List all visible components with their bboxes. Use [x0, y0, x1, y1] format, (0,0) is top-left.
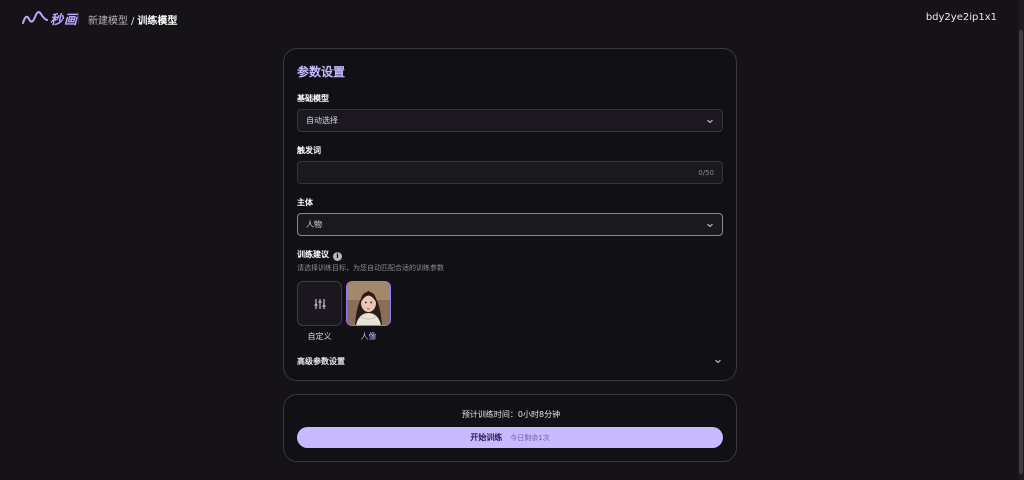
params-panel: 参数设置 基础模型 自动选择 触发词 0/50 主体 人物 训练建议 i 请选择训… [283, 48, 737, 381]
start-training-label: 开始训练 [470, 433, 503, 442]
portrait-thumbnail [347, 282, 390, 325]
start-training-button[interactable]: 开始训练 今日剩余1次 [297, 427, 723, 448]
wave-logo-icon [22, 11, 48, 24]
subject-label: 主体 [297, 198, 313, 207]
params-title: 参数设置 [297, 65, 346, 79]
username[interactable]: bdy2ye2ip1x1 [926, 12, 997, 23]
option-portrait[interactable] [346, 281, 391, 326]
option-custom[interactable] [297, 281, 342, 326]
app-logo[interactable]: 秒画 [22, 9, 79, 28]
scrollbar-thumb[interactable] [1019, 30, 1023, 474]
trigger-word-label: 触发词 [297, 146, 321, 155]
header-divider [78, 12, 79, 24]
breadcrumb-separator: / [131, 16, 135, 27]
breadcrumb: 新建模型 / 训练模型 [88, 12, 177, 27]
breadcrumb-train-model: 训练模型 [137, 16, 178, 27]
suggestion-label-row: 训练建议 i [297, 249, 342, 261]
suggestion-label: 训练建议 [297, 250, 329, 259]
base-model-value: 自动选择 [306, 116, 338, 125]
training-panel: 预计训练时间：0小时8分钟 开始训练 今日剩余1次 [283, 394, 737, 462]
char-counter: 0/50 [698, 168, 714, 177]
sliders-icon [314, 298, 325, 309]
base-model-select[interactable]: 自动选择 [297, 109, 723, 132]
chevron-down-icon [707, 223, 713, 227]
info-icon[interactable]: i [333, 252, 342, 261]
subject-select[interactable]: 人物 [297, 213, 723, 236]
chevron-down-icon [707, 119, 713, 123]
breadcrumb-new-model[interactable]: 新建模型 [88, 16, 128, 27]
logo-text: 秒画 [50, 12, 79, 28]
subject-value: 人物 [306, 220, 322, 229]
scrollbar-track[interactable] [1018, 0, 1024, 480]
base-model-label: 基础模型 [297, 94, 329, 103]
trigger-word-input[interactable]: 0/50 [297, 161, 723, 184]
suggestion-hint: 请选择训练目标，为您自动匹配合适的训练参数 [297, 264, 444, 272]
top-bar: 秒画 新建模型 / 训练模型 bdy2ye2ip1x1 [0, 0, 1024, 36]
option-portrait-label: 人像 [360, 332, 377, 341]
remaining-count: 今日剩余1次 [510, 433, 550, 442]
chevron-down-icon[interactable] [714, 357, 722, 365]
advanced-settings-toggle[interactable]: 高级参数设置 [297, 356, 345, 367]
option-custom-label: 自定义 [307, 332, 332, 341]
estimated-time: 预计训练时间：0小时8分钟 [461, 410, 561, 419]
